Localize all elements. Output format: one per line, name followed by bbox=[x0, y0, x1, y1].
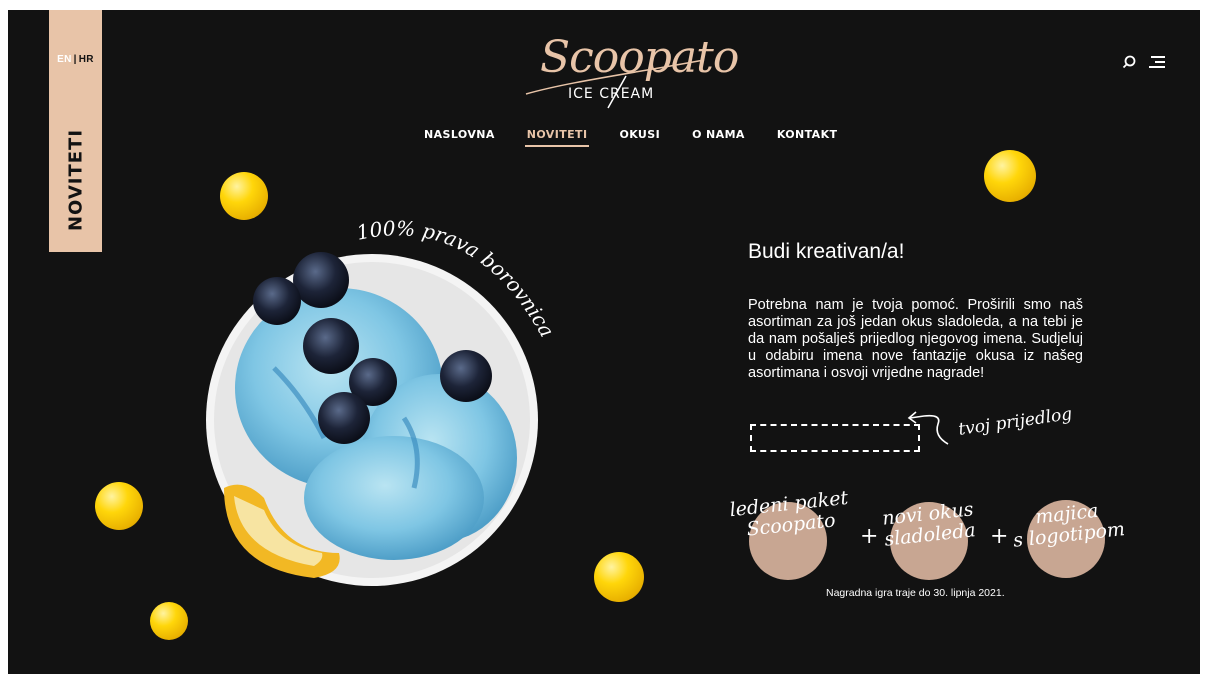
suggestion-label: tvoj prijedlog bbox=[957, 404, 1074, 440]
search-icon[interactable] bbox=[1120, 54, 1138, 70]
side-tab: EN | HR NOVITETI bbox=[49, 10, 102, 252]
suggestion-input[interactable] bbox=[750, 424, 920, 452]
language-switcher: EN | HR bbox=[49, 54, 102, 65]
curved-arrow-icon bbox=[907, 411, 949, 445]
top-icons bbox=[1120, 54, 1166, 70]
nav-item-okusi[interactable]: OKUSI bbox=[603, 128, 676, 147]
promo-title: Budi kreativan/a! bbox=[748, 240, 905, 263]
prize-2-text: novi okus sladoleda bbox=[872, 498, 986, 551]
yellow-candy-ball bbox=[594, 552, 644, 602]
logo-script: Scoopato bbox=[540, 32, 739, 83]
prize-1-text: ledeni paket Scoopato bbox=[728, 487, 852, 542]
main-nav: NASLOVNA NOVITETI OKUSI O NAMA KONTAKT bbox=[408, 128, 853, 147]
hero-arc-caption: 100% prava borovnica bbox=[338, 200, 598, 400]
menu-icon[interactable] bbox=[1148, 54, 1166, 70]
lang-separator: | bbox=[73, 54, 77, 65]
nav-item-naslovna[interactable]: NASLOVNA bbox=[408, 128, 511, 147]
yellow-candy-ball bbox=[220, 172, 268, 220]
logo-subtitle: ICE CREAM bbox=[568, 86, 655, 102]
yellow-candy-ball bbox=[150, 602, 188, 640]
nav-item-noviteti[interactable]: NOVITETI bbox=[511, 128, 604, 147]
promo-body: Potrebna nam je tvoja pomoć. Proširili s… bbox=[748, 297, 1083, 381]
nav-item-kontakt[interactable]: KONTAKT bbox=[761, 128, 854, 147]
lang-hr-link[interactable]: HR bbox=[79, 54, 94, 65]
svg-text:100% prava borovnica: 100% prava borovnica bbox=[354, 216, 559, 341]
logo[interactable]: Scoopato ICE CREAM bbox=[508, 32, 739, 112]
side-tab-label: NOVITETI bbox=[65, 128, 87, 232]
lang-en-link[interactable]: EN bbox=[57, 54, 72, 65]
yellow-candy-ball bbox=[984, 150, 1036, 202]
plus-separator: + bbox=[990, 524, 1009, 549]
nav-item-o-nama[interactable]: O NAMA bbox=[676, 128, 761, 147]
page-frame: EN | HR NOVITETI Scoopato ICE CREAM NASLOV… bbox=[8, 10, 1200, 674]
promo-footnote: Nagradna igra traje do 30. lipnja 2021. bbox=[826, 587, 1005, 599]
yellow-candy-ball bbox=[95, 482, 143, 530]
prize-3-text: majica s logotipom bbox=[1006, 498, 1130, 552]
